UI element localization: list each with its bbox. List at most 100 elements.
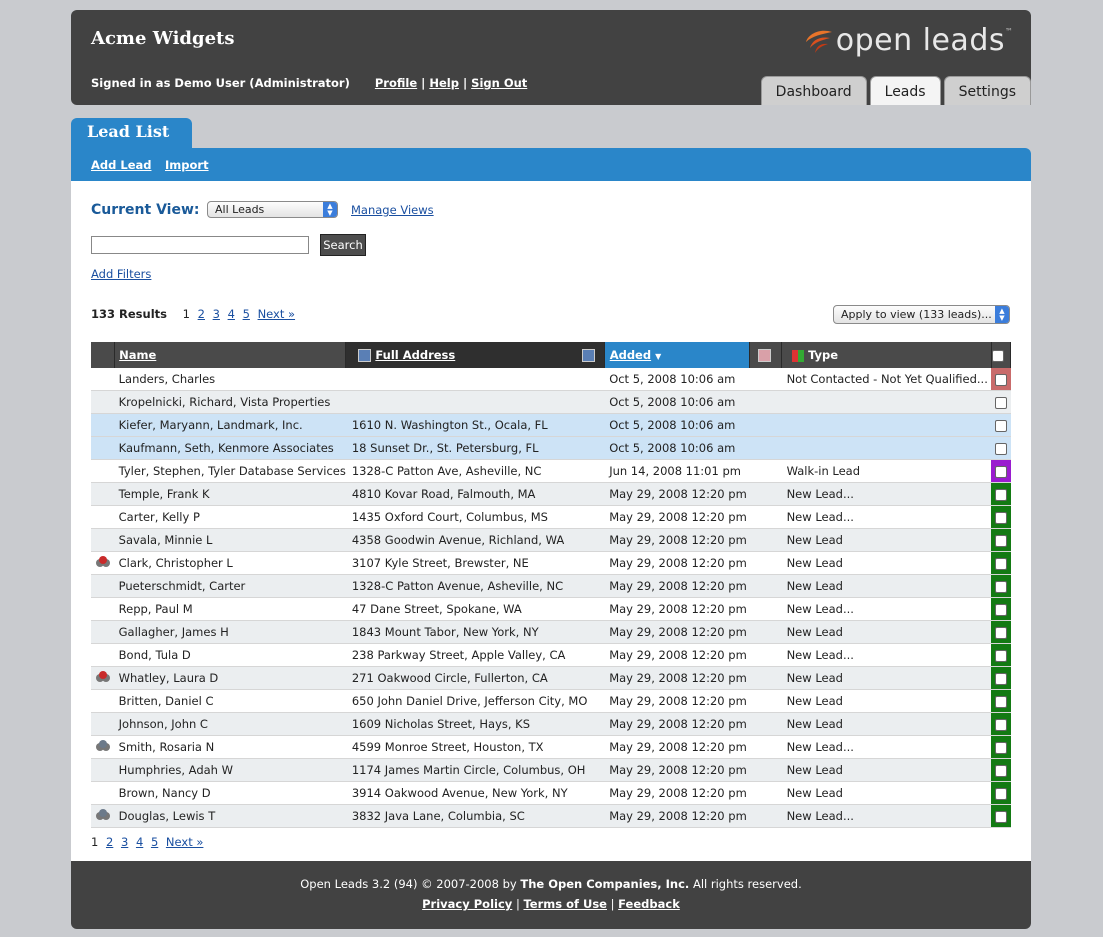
table-row[interactable]: Gallagher, James H 1843 Mount Tabor, New … <box>91 620 1011 644</box>
row-checkbox[interactable] <box>994 557 1007 570</box>
row-checkbox[interactable] <box>994 419 1007 432</box>
row-checkbox[interactable] <box>994 626 1007 639</box>
table-row[interactable]: Johnson, John C 1609 Nicholas Street, Hay… <box>91 712 1011 736</box>
column-settings-icon[interactable] <box>581 349 595 362</box>
row-checkbox[interactable] <box>994 396 1007 409</box>
table-row[interactable]: Douglas, Lewis T 3832 Java Lane, Columbia… <box>91 804 1011 828</box>
lead-name[interactable]: Repp, Paul M <box>114 597 346 621</box>
lead-added-date: May 29, 2008 12:20 pm <box>604 804 750 828</box>
row-checkbox[interactable] <box>994 580 1007 593</box>
row-checkbox[interactable] <box>994 672 1007 685</box>
lead-name[interactable]: Whatley, Laura D <box>114 666 346 690</box>
table-row[interactable]: Landers, Charles Oct 5, 2008 10:06 am Not … <box>91 368 1011 391</box>
page-link-4[interactable]: 4 <box>228 307 235 321</box>
table-row[interactable]: Repp, Paul M 47 Dane Street, Spokane, WA M… <box>91 597 1011 621</box>
select-all-checkbox[interactable] <box>991 349 1004 362</box>
lead-name[interactable]: Tyler, Stephen, Tyler Database Services <box>114 459 346 483</box>
lead-name[interactable]: Carter, Kelly P <box>114 505 346 529</box>
search-input[interactable] <box>91 236 309 254</box>
import-link[interactable]: Import <box>165 158 209 172</box>
search-button[interactable]: Search <box>320 234 366 256</box>
current-view-select[interactable]: All Leads ▲ ▼ <box>207 201 338 218</box>
row-checkbox[interactable] <box>994 465 1007 478</box>
profile-link[interactable]: Profile <box>375 76 417 90</box>
table-row[interactable]: Savala, Minnie L 4358 Goodwin Avenue, Ric… <box>91 528 1011 552</box>
lead-name[interactable]: Brown, Nancy D <box>114 781 346 805</box>
header-name: Name <box>114 342 347 368</box>
lead-name[interactable]: Smith, Rosaria N <box>114 735 346 759</box>
table-row[interactable]: Brown, Nancy D 3914 Oakwood Avenue, New Y… <box>91 781 1011 805</box>
table-header-row: Name Full Address Added ▼ Type <box>91 342 1012 368</box>
lead-name[interactable]: Britten, Daniel C <box>114 689 346 713</box>
row-checkbox[interactable] <box>994 810 1007 823</box>
lead-name[interactable]: Gallagher, James H <box>114 620 346 644</box>
manage-views-link[interactable]: Manage Views <box>351 203 434 217</box>
sort-added-link[interactable]: Added <box>610 348 651 362</box>
lead-name[interactable]: Clark, Christopher L <box>114 551 346 575</box>
row-checkbox[interactable] <box>994 649 1007 662</box>
lead-name[interactable]: Kropelnicki, Richard, Vista Properties <box>114 390 346 414</box>
lead-name[interactable]: Landers, Charles <box>114 368 346 391</box>
table-row[interactable]: Tyler, Stephen, Tyler Database Services 1… <box>91 459 1011 483</box>
row-checkbox[interactable] <box>994 695 1007 708</box>
lead-name[interactable]: Douglas, Lewis T <box>114 804 346 828</box>
lead-name[interactable]: Temple, Frank K <box>114 482 346 506</box>
help-link[interactable]: Help <box>429 76 459 90</box>
lead-name[interactable]: Kiefer, Maryann, Landmark, Inc. <box>114 413 346 437</box>
sort-name-link[interactable]: Name <box>119 348 156 362</box>
tab-leads[interactable]: Leads <box>869 76 941 105</box>
table-row[interactable]: Humphries, Adah W 1174 James Martin Circl… <box>91 758 1011 782</box>
table-row[interactable]: Carter, Kelly P 1435 Oxford Court, Columb… <box>91 505 1011 529</box>
row-checkbox[interactable] <box>994 764 1007 777</box>
feedback-link[interactable]: Feedback <box>618 897 680 911</box>
table-row[interactable]: Pueterschmidt, Carter 1328-C Patton Avenu… <box>91 574 1011 598</box>
row-checkbox[interactable] <box>994 442 1007 455</box>
sort-address-link[interactable]: Full Address <box>375 348 455 362</box>
lead-name[interactable]: Johnson, John C <box>114 712 346 736</box>
privacy-policy-link[interactable]: Privacy Policy <box>422 897 512 911</box>
lead-name[interactable]: Bond, Tula D <box>114 643 346 667</box>
lead-added-date: May 29, 2008 12:20 pm <box>604 643 750 667</box>
table-row[interactable]: Kropelnicki, Richard, Vista Properties Oc… <box>91 390 1011 414</box>
row-icon-cell <box>91 574 115 598</box>
lead-name[interactable]: Savala, Minnie L <box>114 528 346 552</box>
table-row[interactable]: Temple, Frank K 4810 Kovar Road, Falmouth… <box>91 482 1011 506</box>
add-filters-link[interactable]: Add Filters <box>91 267 151 281</box>
table-row[interactable]: Kaufmann, Seth, Kenmore Associates 18 Sun… <box>91 436 1011 460</box>
row-checkbox[interactable] <box>994 741 1007 754</box>
column-settings-icon[interactable] <box>358 349 372 362</box>
page-link-4[interactable]: 4 <box>136 835 143 849</box>
tab-settings[interactable]: Settings <box>943 76 1031 105</box>
page-link-5[interactable]: 5 <box>151 835 158 849</box>
table-row[interactable]: Whatley, Laura D 271 Oakwood Circle, Full… <box>91 666 1011 690</box>
row-checkbox[interactable] <box>994 488 1007 501</box>
row-checkbox[interactable] <box>994 373 1007 386</box>
next-page-link[interactable]: Next » <box>258 307 295 321</box>
add-lead-link[interactable]: Add Lead <box>91 158 152 172</box>
apply-to-view-select[interactable]: Apply to view (133 leads)... ▲ ▼ <box>833 305 1010 324</box>
terms-of-use-link[interactable]: Terms of Use <box>523 897 607 911</box>
row-checkbox[interactable] <box>994 534 1007 547</box>
next-page-link[interactable]: Next » <box>166 835 203 849</box>
lead-name[interactable]: Pueterschmidt, Carter <box>114 574 346 598</box>
page-link-2[interactable]: 2 <box>198 307 205 321</box>
lead-name[interactable]: Kaufmann, Seth, Kenmore Associates <box>114 436 346 460</box>
row-checkbox[interactable] <box>994 511 1007 524</box>
page-link-3[interactable]: 3 <box>213 307 220 321</box>
page-link-5[interactable]: 5 <box>243 307 250 321</box>
table-row[interactable]: Bond, Tula D 238 Parkway Street, Apple Va… <box>91 643 1011 667</box>
sign-out-link[interactable]: Sign Out <box>471 76 527 90</box>
table-row[interactable]: Clark, Christopher L 3107 Kyle Street, Br… <box>91 551 1011 575</box>
page-link-3[interactable]: 3 <box>121 835 128 849</box>
table-row[interactable]: Kiefer, Maryann, Landmark, Inc. 1610 N. W… <box>91 413 1011 437</box>
page-link-2[interactable]: 2 <box>106 835 113 849</box>
row-checkbox[interactable] <box>994 603 1007 616</box>
hot-lead-icon <box>95 670 110 682</box>
lead-type <box>781 436 992 460</box>
tab-dashboard[interactable]: Dashboard <box>760 76 867 105</box>
table-row[interactable]: Smith, Rosaria N 4599 Monroe Street, Hous… <box>91 735 1011 759</box>
lead-name[interactable]: Humphries, Adah W <box>114 758 346 782</box>
row-checkbox[interactable] <box>994 718 1007 731</box>
row-checkbox[interactable] <box>994 787 1007 800</box>
table-row[interactable]: Britten, Daniel C 650 John Daniel Drive, … <box>91 689 1011 713</box>
